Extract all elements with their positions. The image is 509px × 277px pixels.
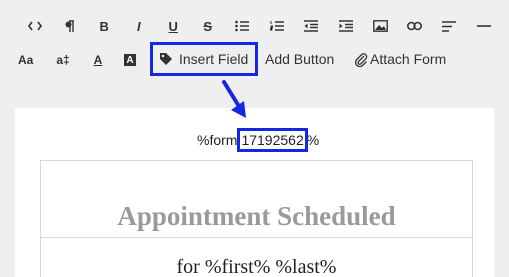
email-content-block[interactable]: Appointment Scheduled for %first% %last%: [40, 160, 473, 277]
line-height-icon: a‡: [56, 53, 70, 67]
indent-icon[interactable]: [329, 14, 364, 38]
font-color-icon: A: [93, 53, 103, 67]
numbered-list-icon[interactable]: [260, 14, 295, 38]
image-icon[interactable]: [363, 14, 398, 38]
form-prefix: %form: [197, 132, 238, 148]
annotation-arrow-icon: [222, 80, 246, 118]
background-color-button[interactable]: A: [110, 48, 150, 72]
underline-icon[interactable]: U: [156, 14, 191, 38]
insert-field-label: Insert Field: [179, 51, 249, 67]
line-height-button[interactable]: a‡: [40, 48, 86, 72]
align-icon[interactable]: [432, 14, 467, 38]
background-color-icon: A: [124, 54, 136, 66]
code-view-icon[interactable]: [18, 14, 53, 38]
horizontal-rule-icon[interactable]: [467, 14, 502, 38]
bulleted-list-icon[interactable]: [225, 14, 260, 38]
secondary-toolbar: Aa a‡ A A: [18, 48, 150, 72]
font-color-button[interactable]: A: [86, 48, 110, 72]
italic-icon[interactable]: I: [122, 14, 157, 38]
font-size-icon: Aa: [18, 53, 34, 67]
font-size-button[interactable]: Aa: [18, 48, 40, 72]
attach-form-button[interactable]: Attach Form: [354, 51, 446, 67]
strikethrough-icon[interactable]: S: [191, 14, 226, 38]
card-subtitle: for %first% %last%: [176, 256, 337, 277]
add-button[interactable]: Add Button: [265, 51, 334, 67]
divider: [41, 237, 472, 238]
link-icon[interactable]: [398, 14, 433, 38]
card-title: Appointment Scheduled: [117, 201, 396, 231]
tag-icon: [160, 53, 172, 65]
form-shortcode[interactable]: %form 17192562 %: [197, 128, 319, 152]
paperclip-icon: [354, 52, 368, 67]
outdent-icon[interactable]: [294, 14, 329, 38]
formatting-toolbar: B I U S: [18, 14, 501, 38]
paragraph-icon[interactable]: [53, 14, 88, 38]
attach-form-label: Attach Form: [370, 51, 447, 67]
form-id: 17192562: [241, 132, 304, 148]
insert-field-button[interactable]: Insert Field: [150, 42, 258, 76]
form-suffix: %: [306, 132, 320, 148]
bold-icon[interactable]: B: [87, 14, 122, 38]
form-id-highlight: 17192562: [237, 128, 308, 152]
